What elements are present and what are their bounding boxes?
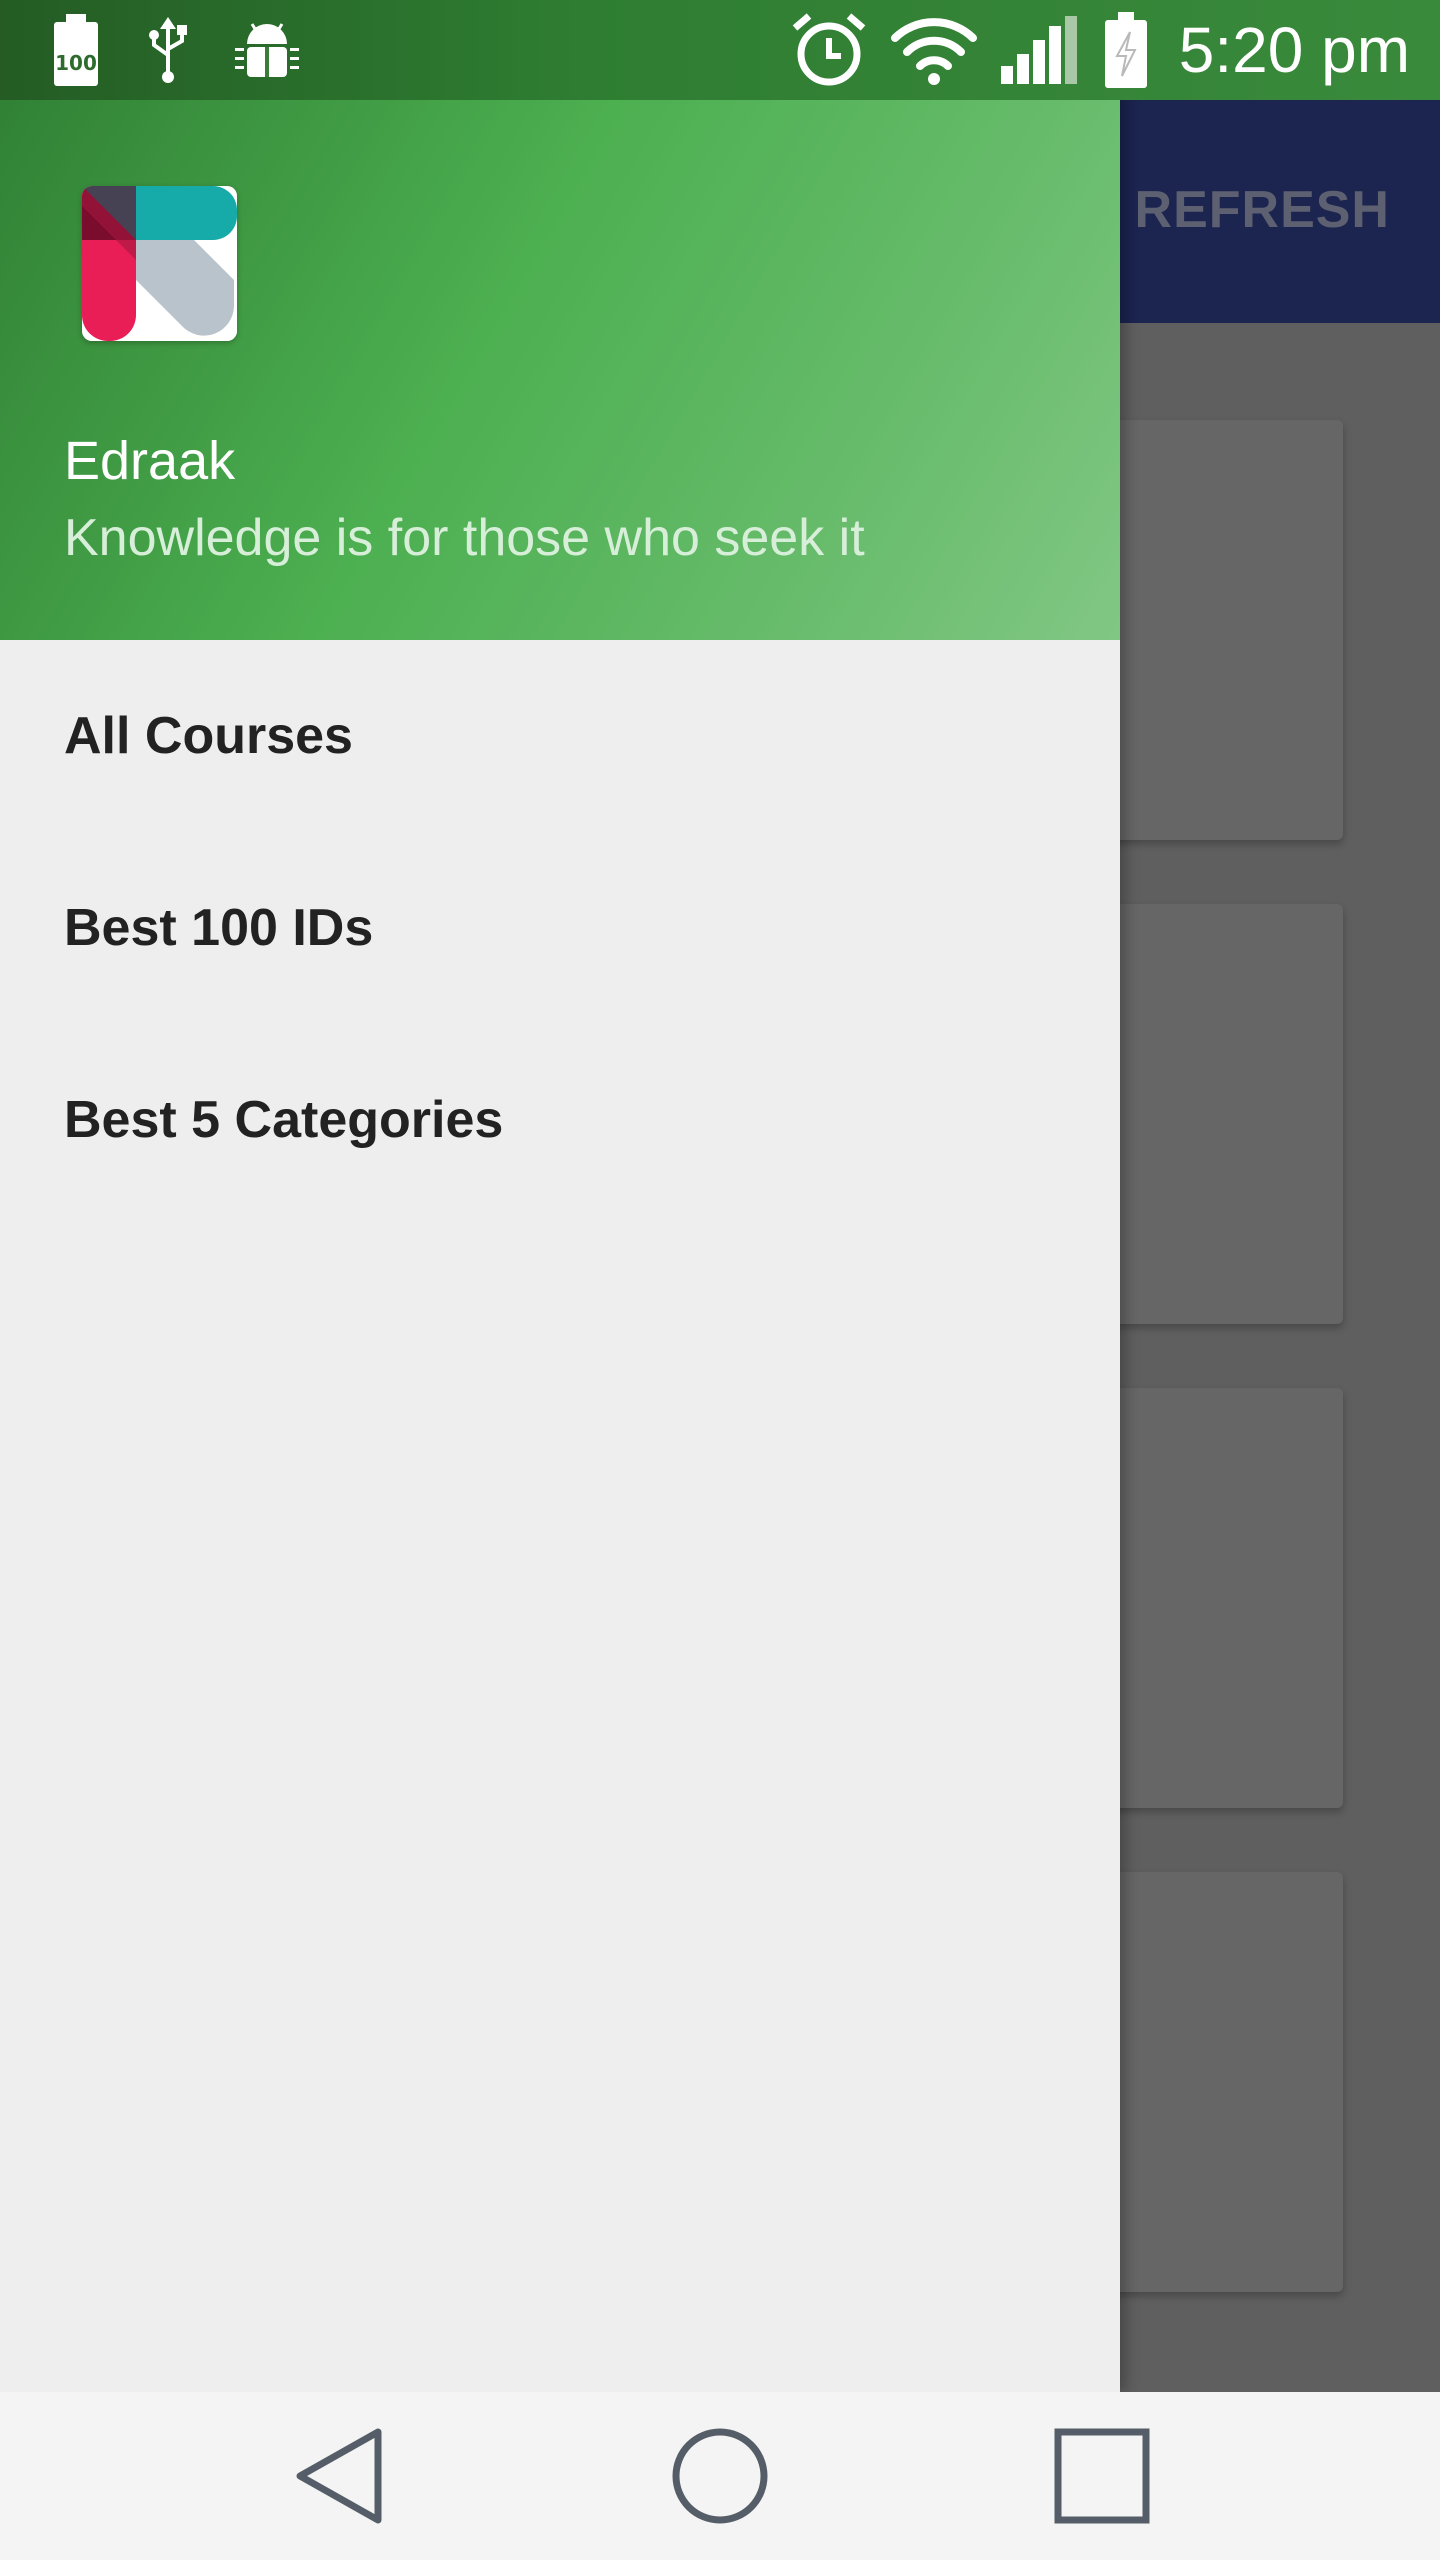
usb-icon [146, 15, 190, 85]
drawer-header-title: Edraak [64, 431, 236, 491]
drawer-header-subtitle: Knowledge is for those who seek it [64, 509, 865, 567]
menu-item-best-100-ids[interactable]: Best 100 IDs [0, 832, 1120, 1024]
home-button[interactable] [670, 2426, 770, 2526]
battery-100-icon: 100 [50, 12, 102, 88]
edraak-logo-icon [82, 186, 237, 341]
system-nav-bar [0, 2392, 1440, 2560]
battery-charging-icon [1103, 10, 1149, 90]
refresh-button[interactable]: REFRESH [1135, 180, 1390, 240]
menu-item-all-courses[interactable]: All Courses [0, 640, 1120, 832]
android-debug-icon [234, 20, 300, 80]
drawer-menu: All Courses Best 100 IDs Best 5 Categori… [0, 640, 1120, 1216]
menu-item-best-5-categories[interactable]: Best 5 Categories [0, 1024, 1120, 1216]
back-icon [296, 2428, 382, 2524]
recents-icon [1054, 2428, 1150, 2524]
status-clock: 5:20 pm [1178, 14, 1410, 86]
back-button[interactable] [290, 2426, 390, 2526]
status-bar: 100 5:20 pm [0, 0, 1440, 100]
alarm-icon [789, 10, 869, 90]
signal-icon [999, 14, 1081, 86]
recents-button[interactable] [1050, 2426, 1150, 2526]
home-icon [672, 2428, 768, 2524]
wifi-icon [890, 14, 977, 86]
battery-level-text: 100 [55, 51, 97, 75]
navigation-drawer: Edraak Knowledge is for those who seek i… [0, 0, 1120, 2392]
